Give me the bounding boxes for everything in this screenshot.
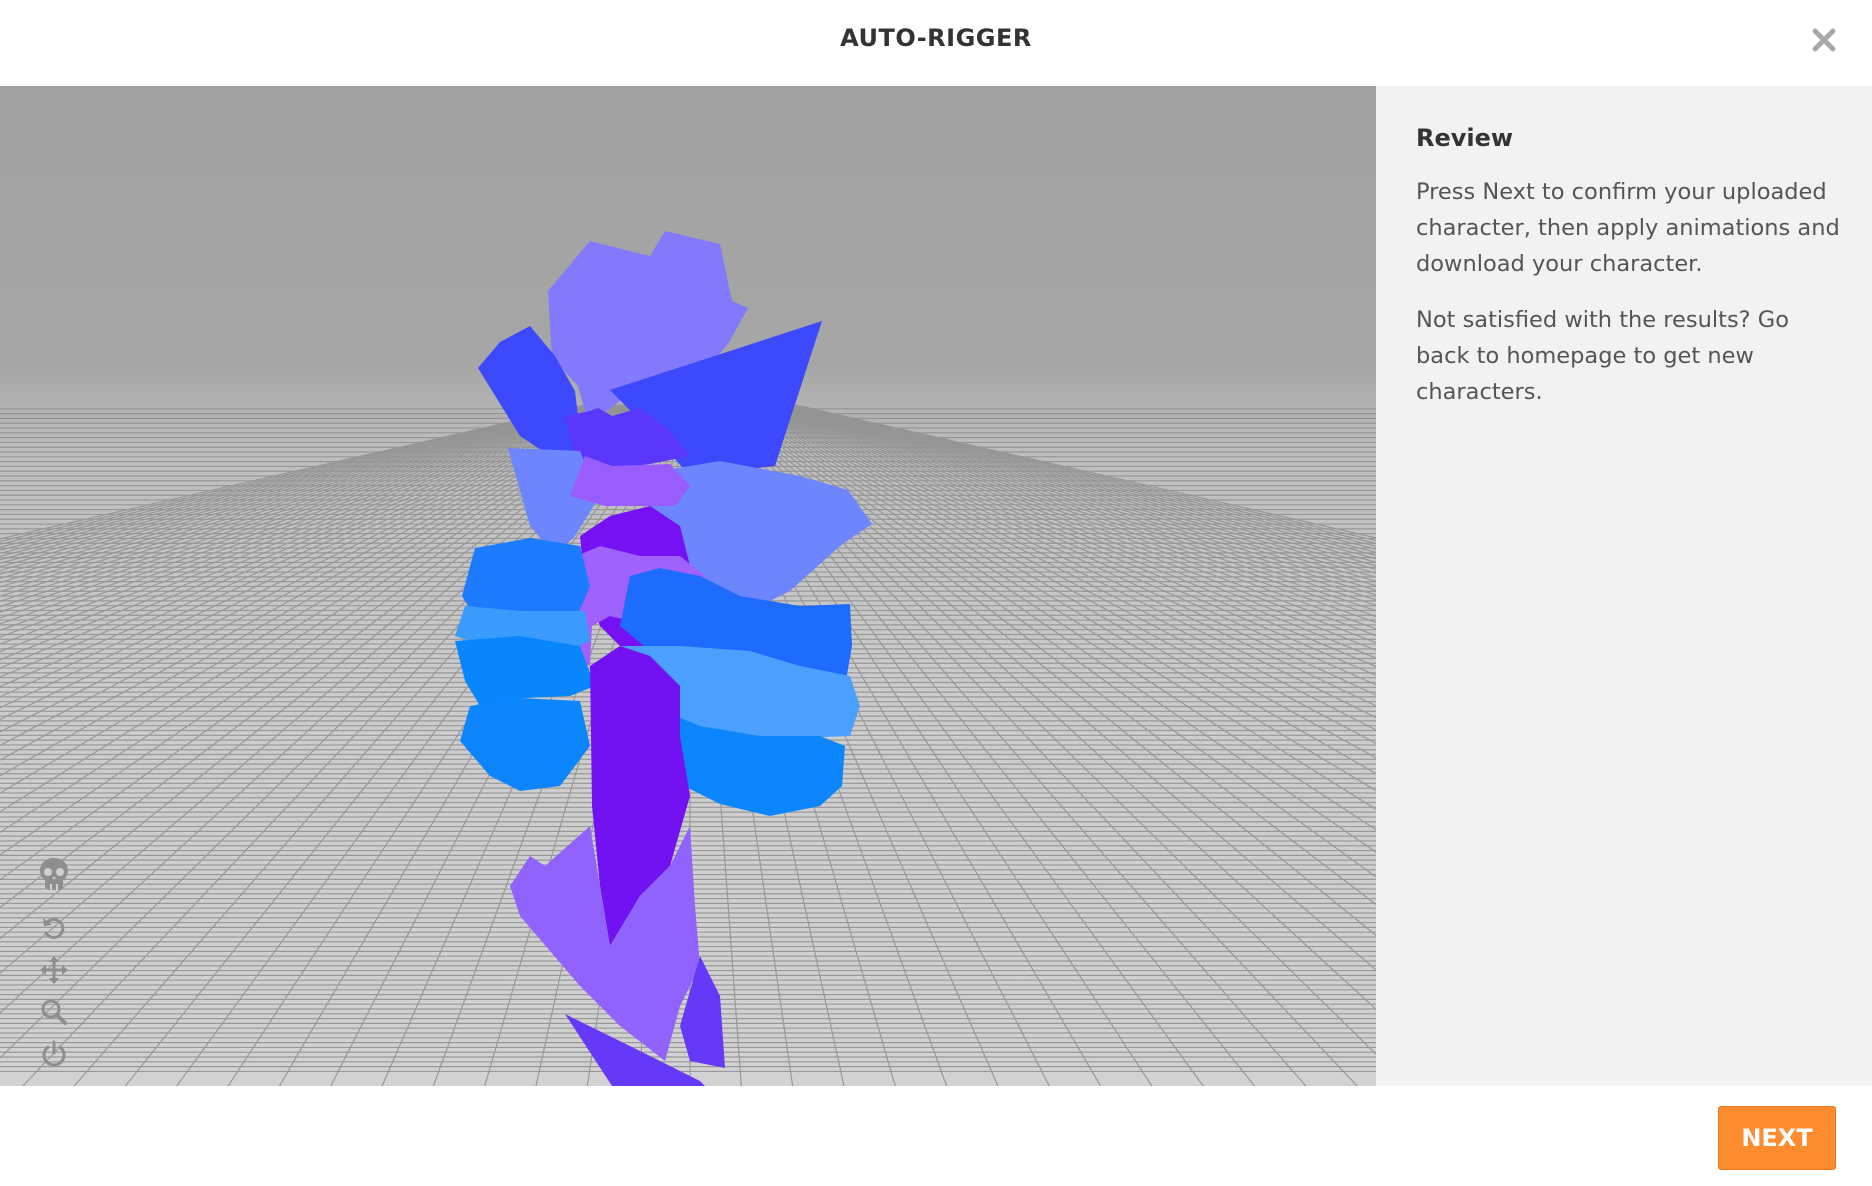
search-icon: [41, 999, 67, 1025]
scene-canvas: [0, 231, 1376, 1086]
panel-heading: Review: [1416, 124, 1514, 152]
page-title: AUTO-RIGGER: [840, 24, 1032, 52]
character-mesh: [455, 231, 872, 1086]
camera-button[interactable]: [34, 1078, 74, 1086]
review-alternative: Not satisfied with the results? Go back …: [1416, 307, 1789, 405]
move-arrows-icon: [40, 956, 68, 984]
close-button[interactable]: [1806, 22, 1842, 58]
review-panel: Review Press Next to confirm your upload…: [1376, 86, 1872, 1086]
zoom-button[interactable]: [34, 994, 74, 1030]
skeleton-toggle-button[interactable]: [34, 856, 74, 892]
footer: NEXT: [0, 1086, 1872, 1186]
review-instructions: Press Next to confirm your uploaded char…: [1416, 179, 1840, 277]
close-icon: [1812, 28, 1836, 52]
next-button[interactable]: NEXT: [1718, 1106, 1836, 1170]
3d-viewport[interactable]: [0, 86, 1376, 1086]
pan-button[interactable]: [34, 952, 74, 988]
power-button[interactable]: [34, 1036, 74, 1072]
power-icon: [42, 1040, 66, 1067]
reset-view-button[interactable]: [34, 910, 74, 946]
skull-icon: [40, 858, 68, 890]
header: AUTO-RIGGER: [0, 0, 1872, 86]
rotate-ccw-icon: [43, 918, 65, 939]
